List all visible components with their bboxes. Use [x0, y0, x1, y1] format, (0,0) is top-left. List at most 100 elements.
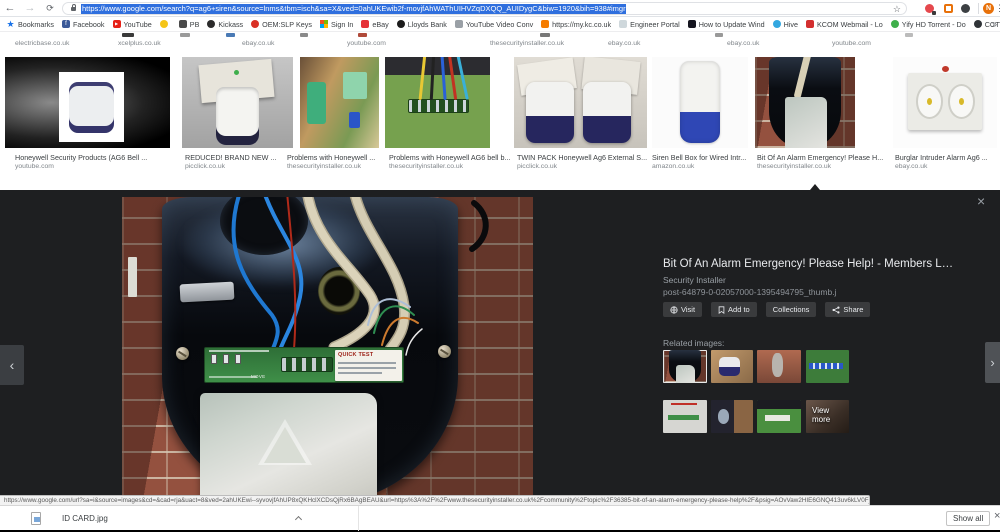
next-image-chevron[interactable]: ›: [985, 342, 1000, 383]
result-caption[interactable]: Burglar Intruder Alarm Ag6 ... ebay.co.uk: [895, 153, 997, 171]
result-source[interactable]: ebay.co.uk: [242, 40, 274, 47]
site-icon: [619, 20, 628, 28]
bookmark-item[interactable]: PB: [178, 20, 199, 29]
site-icon: [178, 20, 187, 28]
download-bar-close-icon[interactable]: ×: [994, 510, 1000, 522]
download-divider: [358, 506, 359, 531]
image-results-area: electricbase.co.uk xcelplus.co.uk ebay.c…: [0, 32, 1000, 190]
previous-image-chevron[interactable]: ‹: [0, 345, 24, 385]
add-to-button[interactable]: Add to: [711, 302, 757, 317]
bookmark-item[interactable]: eBay: [361, 20, 389, 29]
download-bar: ID CARD.jpg Show all ×: [0, 505, 1000, 531]
extension-icon-2[interactable]: [944, 4, 953, 13]
result-caption[interactable]: Problems with Honeywell ... thesecurityin…: [287, 153, 383, 171]
bookmark-item[interactable]: KCOM Webmail - Lo: [806, 20, 883, 29]
close-icon[interactable]: ×: [977, 194, 985, 208]
bookmark-item[interactable]: ★ Bookmarks: [6, 20, 54, 29]
share-button[interactable]: Share: [825, 302, 871, 317]
visit-button[interactable]: Visit: [663, 302, 703, 317]
bookmark-icon: [718, 305, 725, 314]
preview-image[interactable]: MOVE QUICK TEST: [122, 197, 533, 505]
result-caption[interactable]: Siren Bell Box for Wired Intr... amazon.c…: [652, 153, 750, 171]
url-input[interactable]: https://www.google.com/search?q=ag6+sire…: [81, 4, 626, 14]
bookmark-star-icon[interactable]: ☆: [893, 4, 901, 14]
site-icon: [454, 20, 463, 28]
site-icon: [396, 20, 405, 28]
bookmark-item[interactable]: Lloyds Bank: [396, 20, 447, 29]
extension-icon-1[interactable]: [925, 4, 936, 15]
address-bar[interactable]: https://www.google.com/search?q=ag6+sire…: [62, 2, 907, 15]
result-source[interactable]: youtube.com: [832, 40, 871, 47]
bookmark-item[interactable]: Kickass: [207, 20, 243, 29]
back-icon[interactable]: ←: [2, 0, 18, 17]
result-caption[interactable]: REDUCED! BRAND NEW ... picclick.co.uk: [185, 153, 295, 171]
image-viewer-panel: MOVE QUICK TEST ‹ › × Bit Of An Alarm Em…: [0, 190, 1000, 505]
bookmarks-overflow-icon[interactable]: »: [992, 17, 997, 32]
result-thumbnail[interactable]: [514, 57, 647, 148]
profile-avatar[interactable]: N: [983, 2, 994, 14]
related-image[interactable]: [757, 350, 801, 383]
bookmark-item[interactable]: f Facebook: [61, 20, 105, 29]
download-dropdown-icon[interactable]: [294, 515, 303, 524]
site-icon: [890, 20, 899, 28]
bookmark-item[interactable]: Yify HD Torrent - Do: [890, 20, 966, 29]
result-caption[interactable]: Bit Of An Alarm Emergency! Please H... th…: [757, 153, 885, 171]
related-image[interactable]: [711, 400, 753, 433]
result-caption[interactable]: Honeywell Security Products (AG6 Bell ..…: [15, 153, 173, 171]
result-thumbnail[interactable]: [182, 57, 293, 148]
webmail-icon: [806, 20, 815, 28]
file-icon: [31, 512, 41, 525]
microsoft-icon: [319, 20, 328, 28]
download-item[interactable]: ID CARD.jpg: [62, 506, 108, 531]
result-thumbnail[interactable]: [5, 57, 170, 148]
star-icon: ★: [6, 20, 15, 28]
result-caption[interactable]: Problems with Honeywell AG6 bell b... the…: [389, 153, 511, 171]
bookmark-item[interactable]: ▶ YouTube: [112, 20, 152, 29]
ebay-icon: [361, 20, 370, 28]
bookmark-item[interactable]: Hive: [772, 20, 798, 29]
result-thumbnail[interactable]: [652, 57, 748, 148]
related-image[interactable]: [711, 350, 753, 383]
result-source[interactable]: xcelplus.co.uk: [118, 40, 161, 47]
wall-screw: [438, 345, 451, 358]
site-icon: [159, 20, 168, 28]
related-image[interactable]: [663, 400, 707, 433]
bookmark-item[interactable]: How to Update Wind: [687, 20, 765, 29]
cropped-thumbnail-sliver: [180, 33, 190, 37]
bookmark-item[interactable]: https://my.kc.co.uk: [541, 20, 611, 29]
view-more-link[interactable]: View more: [812, 406, 842, 424]
extension-icon-3[interactable]: [961, 4, 970, 13]
related-image-selected[interactable]: [663, 350, 707, 383]
show-all-button[interactable]: Show all: [946, 511, 991, 526]
cropped-thumbnail-sliver: [715, 33, 723, 37]
image-title[interactable]: Bit Of An Alarm Emergency! Please Help! …: [663, 258, 963, 270]
result-source[interactable]: ebay.co.uk: [608, 40, 640, 47]
result-thumbnail[interactable]: [385, 57, 490, 148]
result-thumbnail[interactable]: [893, 57, 997, 148]
site-icon: [251, 20, 260, 28]
result-caption[interactable]: TWIN PACK Honeywell Ag6 External S... pic…: [517, 153, 647, 171]
result-source[interactable]: electricbase.co.uk: [15, 40, 69, 47]
collections-button[interactable]: Collections: [765, 302, 817, 317]
bookmark-item[interactable]: Sign In: [319, 20, 353, 29]
related-image[interactable]: [757, 400, 801, 433]
site-icon: [207, 20, 216, 28]
bookmark-item[interactable]: Engineer Portal: [619, 20, 680, 29]
result-source[interactable]: youtube.com: [347, 40, 386, 47]
bookmark-item[interactable]: YouTube Video Conv: [454, 20, 533, 29]
bookmarks-bar: ★ Bookmarks f Facebook ▶ YouTube PB Kickass…: [0, 17, 1000, 32]
browser-menu-icon[interactable]: ⋮: [995, 0, 1000, 17]
result-thumbnail-selected[interactable]: [755, 57, 855, 148]
result-source[interactable]: ebay.co.uk: [727, 40, 759, 47]
site-icon: [687, 20, 696, 28]
cropped-thumbnail-sliver: [226, 33, 235, 37]
related-image[interactable]: [806, 350, 849, 383]
lock-icon[interactable]: [71, 3, 76, 11]
bookmark-item[interactable]: [159, 20, 171, 28]
cctv-icon: [973, 20, 982, 28]
bookmark-item[interactable]: OEM:SLP Keys: [251, 20, 312, 29]
refresh-icon[interactable]: ⟳: [42, 0, 58, 17]
result-thumbnail[interactable]: [300, 57, 379, 148]
forward-icon[interactable]: →: [22, 0, 38, 17]
result-source[interactable]: thesecurityinstaller.co.uk: [490, 40, 564, 47]
